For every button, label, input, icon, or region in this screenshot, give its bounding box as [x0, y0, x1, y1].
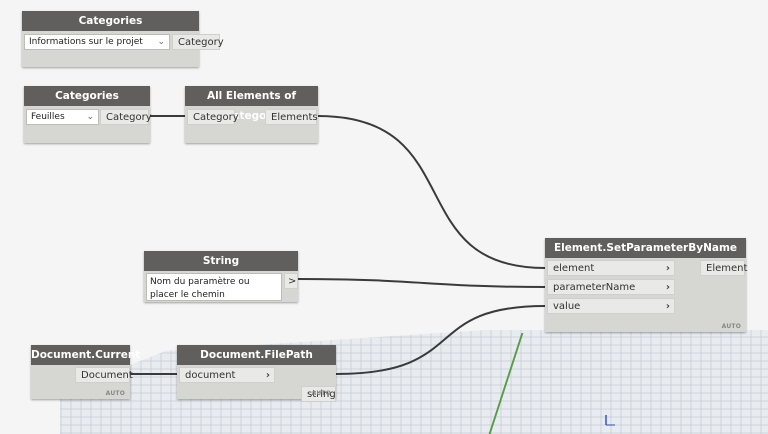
port-label: parameterName	[553, 282, 636, 293]
output-port-element[interactable]: Element	[700, 260, 748, 276]
dropdown-value: Feuilles	[31, 112, 65, 122]
port-label: Document	[81, 370, 133, 381]
port-label: Element	[706, 263, 748, 274]
port-label: document	[185, 370, 236, 381]
wire-elements-to-element	[317, 115, 546, 269]
lacing-badge[interactable]: AUTO	[106, 390, 125, 397]
port-label: element	[553, 263, 595, 274]
all-elements-of-category-node[interactable]: All Elements of Category Category Elemen…	[185, 86, 318, 143]
node-title: Element.SetParameterByName	[545, 238, 746, 258]
port-label: value	[553, 301, 581, 312]
set-parameter-by-name-node[interactable]: Element.SetParameterByName element › par…	[545, 238, 748, 332]
graph-canvas[interactable]: Categories Informations sur le projet ⌄ …	[0, 0, 768, 434]
output-port-elements[interactable]: Elements	[265, 109, 318, 125]
lacing-badge[interactable]: AUTO	[722, 323, 741, 330]
chevron-right-icon: ›	[265, 370, 270, 381]
dropdown-value: Informations sur le projet	[29, 37, 143, 47]
output-port-document[interactable]: Document	[75, 367, 133, 383]
string-value: Nom du paramètre ou placer le chemin	[150, 277, 250, 300]
node-title: Categories	[24, 86, 150, 106]
lacing-badge[interactable]: AUTO	[312, 390, 331, 397]
categories-node-project[interactable]: Categories Informations sur le projet ⌄ …	[22, 11, 224, 67]
input-port-parametername[interactable]: parameterName ›	[547, 279, 675, 295]
document-filepath-node[interactable]: Document.FilePath document › string AUTO	[177, 345, 336, 402]
category-dropdown[interactable]: Feuilles ⌄	[26, 109, 99, 125]
input-port-category[interactable]: Category	[187, 109, 239, 125]
document-current-node[interactable]: Document.Current Document AUTO	[31, 345, 140, 399]
node-title: Categories	[22, 11, 199, 31]
port-label: Category	[178, 37, 224, 48]
node-title: Document.Current	[31, 345, 140, 365]
node-title: All Elements of Category	[185, 86, 318, 122]
output-port-string[interactable]: >	[284, 273, 298, 289]
chevron-right-icon: ›	[665, 263, 670, 274]
output-port-category[interactable]: Category	[100, 109, 152, 125]
input-port-element[interactable]: element ›	[547, 260, 675, 276]
port-label: Elements	[271, 112, 318, 123]
chevron-right-icon: ›	[665, 301, 670, 312]
string-input-field[interactable]: Nom du paramètre ou placer le chemin	[146, 273, 282, 301]
node-title: String	[144, 251, 298, 271]
category-dropdown[interactable]: Informations sur le projet ⌄	[24, 34, 170, 50]
chevron-down-icon: ⌄	[157, 37, 165, 47]
output-arrow-icon: >	[288, 276, 297, 287]
port-label: Category	[193, 112, 239, 123]
chevron-right-icon: ›	[665, 282, 670, 293]
chevron-down-icon: ⌄	[86, 112, 94, 122]
output-port-category[interactable]: Category	[172, 34, 224, 50]
port-label: Category	[106, 112, 152, 123]
wire-string-to-parametername	[297, 278, 546, 288]
wire-filepath-to-value	[335, 305, 546, 375]
input-port-value[interactable]: value ›	[547, 298, 675, 314]
categories-node-sheets[interactable]: Categories Feuilles ⌄ Category	[24, 86, 152, 143]
input-port-document[interactable]: document ›	[179, 367, 275, 383]
node-title: Document.FilePath	[177, 345, 336, 365]
string-node[interactable]: String Nom du paramètre ou placer le che…	[144, 251, 298, 302]
